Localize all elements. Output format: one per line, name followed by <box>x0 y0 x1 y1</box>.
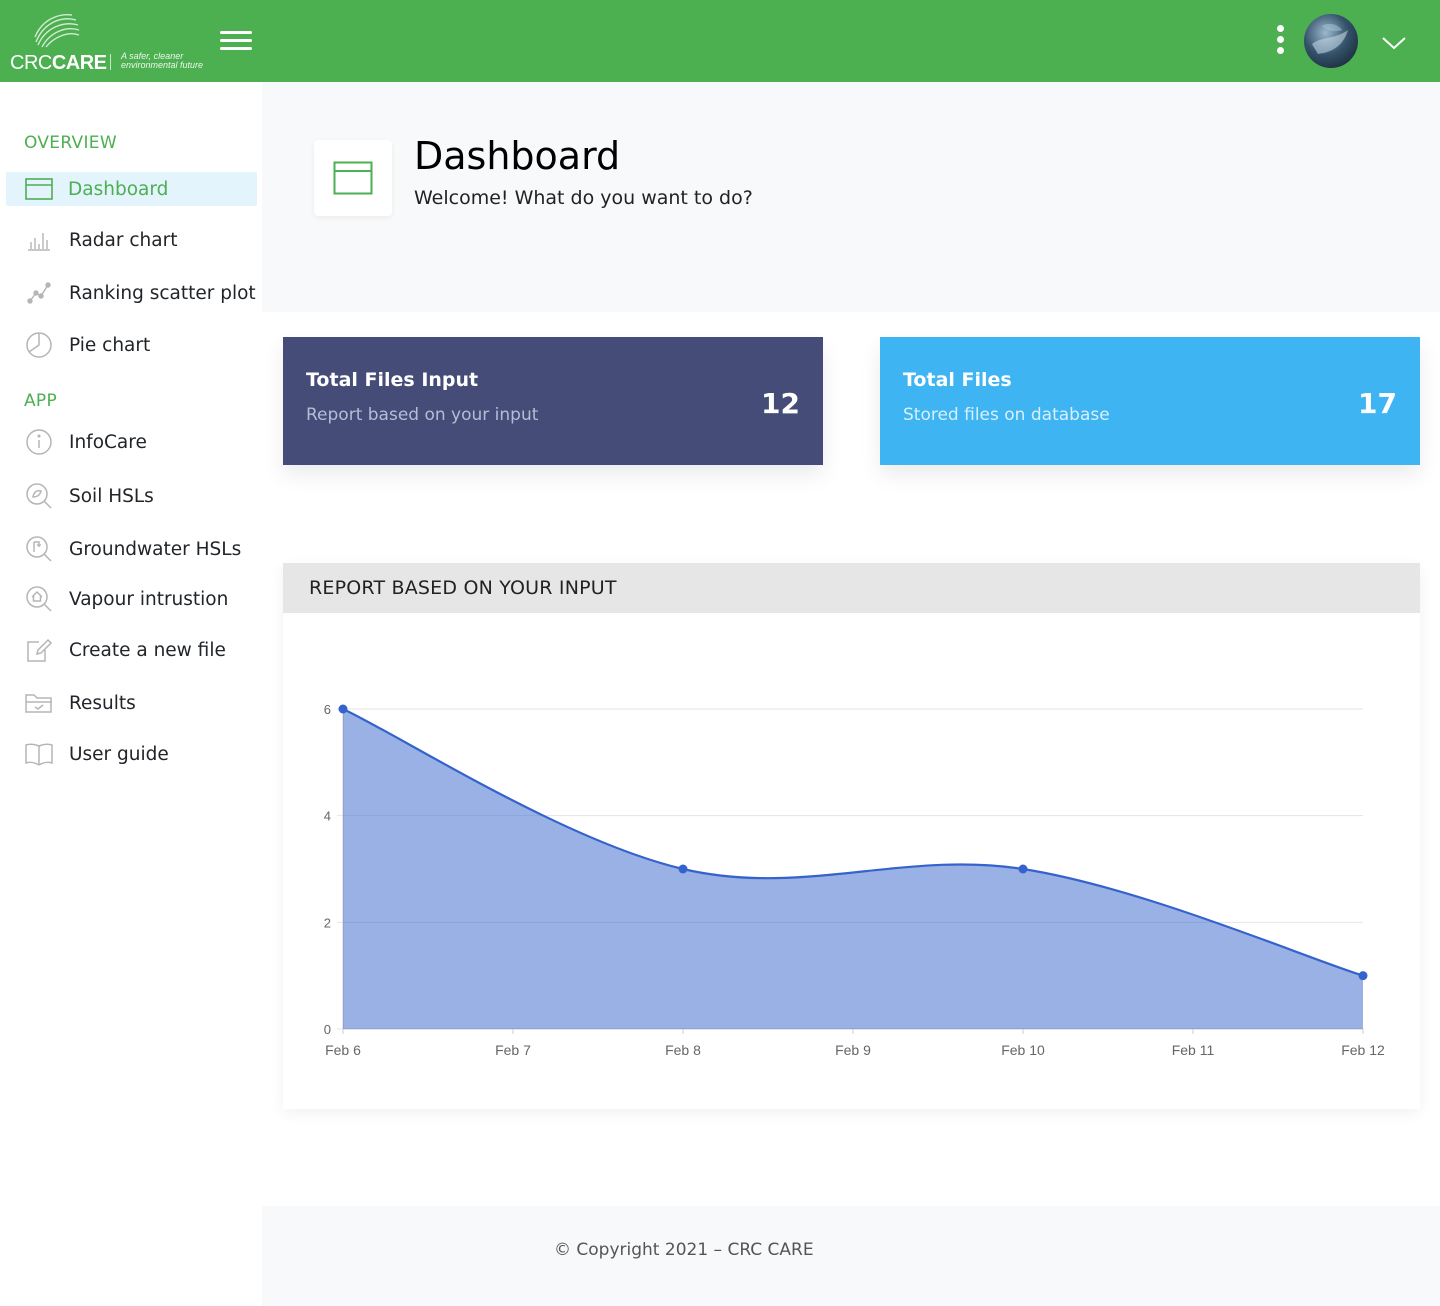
card-value: 12 <box>761 387 800 420</box>
sidebar-item-infocare[interactable]: InfoCare <box>6 425 257 459</box>
data-point <box>1358 971 1368 981</box>
avatar-image <box>1312 23 1348 54</box>
sidebar-item-label: Vapour intrustion <box>69 588 229 610</box>
x-tick-label: Feb 10 <box>1001 1042 1045 1058</box>
panel-header: REPORT BASED ON YOUR INPUT <box>283 563 1420 613</box>
sidebar-item-groundwater-hsls[interactable]: Groundwater HSLs <box>6 532 257 566</box>
sidebar-item-create-new-file[interactable]: Create a new file <box>6 633 257 667</box>
groundwater-icon <box>24 534 54 564</box>
data-point <box>338 704 348 714</box>
bar-chart-icon <box>24 225 54 255</box>
avatar[interactable] <box>1304 14 1358 68</box>
page-title: Dashboard <box>414 134 621 178</box>
vapour-icon <box>24 584 54 614</box>
sidebar-item-label: User guide <box>69 743 169 765</box>
sidebar-item-label: Dashboard <box>68 178 169 200</box>
data-point <box>678 864 688 874</box>
search-soil-icon <box>24 481 54 511</box>
y-tick-label: 4 <box>324 809 331 824</box>
kebab-icon[interactable] <box>1272 25 1288 59</box>
report-panel: REPORT BASED ON YOUR INPUT 0 2 4 6 Feb 6 Feb … <box>283 563 1420 1109</box>
page-subtitle: Welcome! What do you want to do? <box>414 187 753 209</box>
section-label-app: APP <box>24 391 58 411</box>
x-tick-label: Feb 7 <box>495 1042 531 1058</box>
footer-copyright: © Copyright 2021 – CRC CARE <box>554 1240 814 1260</box>
card-title: Total Files <box>903 369 1012 391</box>
panel-title: REPORT BASED ON YOUR INPUT <box>309 577 617 599</box>
crc-care-logo[interactable]: CRCCARE A safer, cleaner environmental f… <box>10 12 215 75</box>
pie-chart-icon <box>24 330 54 360</box>
edit-icon <box>24 635 54 665</box>
dashboard-icon <box>24 174 54 204</box>
x-tick-label: Feb 12 <box>1341 1042 1385 1058</box>
logo-word-light: CRC <box>10 52 52 74</box>
sidebar-item-label: Create a new file <box>69 639 226 661</box>
sidebar-item-label: InfoCare <box>69 431 147 453</box>
stat-card-total-files[interactable]: Total Files Stored files on database 17 <box>880 337 1420 465</box>
y-tick-label: 6 <box>324 702 331 717</box>
sidebar-item-label: Radar chart <box>69 229 178 251</box>
top-bar: CRCCARE A safer, cleaner environmental f… <box>0 0 1440 82</box>
section-label-overview: OVERVIEW <box>24 133 117 153</box>
sidebar-item-soil-hsls[interactable]: Soil HSLs <box>6 479 257 513</box>
logo-wordmark: CRCCARE <box>10 50 107 75</box>
y-tick-label: 0 <box>324 1022 331 1037</box>
x-tick-label: Feb 9 <box>835 1042 871 1058</box>
logo-divider <box>110 54 111 70</box>
sidebar-item-label: Pie chart <box>69 334 151 356</box>
card-subtitle: Report based on your input <box>306 405 539 425</box>
stat-card-total-files-input[interactable]: Total Files Input Report based on your i… <box>283 337 823 465</box>
x-tick-label: Feb 8 <box>665 1042 701 1058</box>
card-value: 17 <box>1358 387 1397 420</box>
sidebar-item-label: Ranking scatter plot <box>69 282 256 304</box>
sidebar-item-label: Soil HSLs <box>69 485 154 507</box>
chevron-down-icon[interactable] <box>1380 30 1408 54</box>
sidebar-item-vapour-intrustion[interactable]: Vapour intrustion <box>6 582 257 616</box>
footer <box>262 1206 1440 1306</box>
sidebar-item-label: Groundwater HSLs <box>69 538 242 560</box>
card-subtitle: Stored files on database <box>903 405 1110 425</box>
sidebar-item-user-guide[interactable]: User guide <box>6 737 257 771</box>
x-tick-label: Feb 11 <box>1172 1042 1215 1058</box>
book-icon <box>24 739 54 769</box>
scatter-icon <box>24 278 54 308</box>
area-chart: 0 2 4 6 Feb 6 Feb 7 Feb 8 Feb 9 Feb 10 Feb 11 Feb … <box>324 702 1385 1058</box>
logo-mark-icon <box>34 13 80 48</box>
sidebar-item-results[interactable]: Results <box>6 686 257 720</box>
dashboard-icon <box>314 140 392 216</box>
logo-word-bold: CARE <box>51 52 107 74</box>
area-fill <box>343 709 1363 1029</box>
info-icon <box>24 427 54 457</box>
sidebar-item-pie-chart[interactable]: Pie chart <box>6 328 257 362</box>
sidebar-item-radar-chart[interactable]: Radar chart <box>6 223 257 257</box>
sidebar-item-label: Results <box>69 692 136 714</box>
x-tick-label: Feb 6 <box>325 1042 361 1058</box>
folder-icon <box>24 688 54 718</box>
sidebar-item-ranking-scatter-plot[interactable]: Ranking scatter plot <box>6 276 257 310</box>
hamburger-icon[interactable] <box>220 31 252 53</box>
sidebar-item-dashboard[interactable]: Dashboard <box>6 172 257 206</box>
logo-tagline: A safer, cleaner environmental future <box>121 51 204 70</box>
y-tick-label: 2 <box>324 915 331 930</box>
card-title: Total Files Input <box>306 369 479 391</box>
data-point <box>1018 864 1028 874</box>
